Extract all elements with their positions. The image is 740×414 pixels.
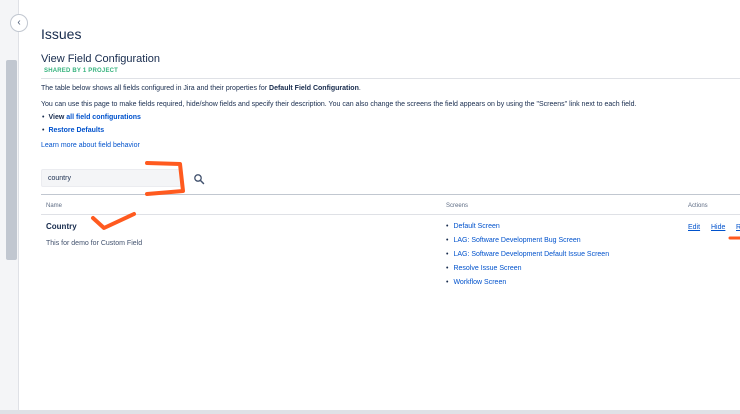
divider [41, 78, 740, 79]
view-all-field-configurations-link[interactable]: all field configurations [66, 114, 141, 121]
learn-more-link[interactable]: Learn more about field behavior [41, 142, 140, 149]
column-header-name: Name [46, 203, 63, 209]
screen-link[interactable]: LAG: Software Development Default Issue … [453, 251, 609, 258]
column-header-actions: Actions [688, 203, 708, 209]
restore-defaults-link[interactable]: Restore Defaults [48, 127, 104, 134]
project-title: Issues [41, 26, 82, 42]
screen-link[interactable]: LAG: Software Development Bug Screen [453, 237, 580, 244]
list-item: • LAG: Software Development Bug Screen [446, 237, 581, 244]
screen-link[interactable]: Default Screen [453, 223, 499, 230]
checkmark-annotation [91, 212, 136, 230]
edit-link[interactable]: Edit [688, 224, 700, 231]
horizontal-scrollbar[interactable] [0, 410, 740, 414]
chevron-left-icon[interactable]: ‹ [10, 14, 28, 32]
table-top-border [41, 194, 740, 195]
shared-by-badge[interactable]: SHARED BY 1 PROJECT [44, 68, 118, 74]
links-list: • View all field configurations • Restore … [42, 111, 141, 137]
description-line: You can use this page to make fields req… [41, 101, 637, 108]
description-line: The table below shows all fields configu… [41, 85, 361, 92]
screens-list: • Default Screen • LAG: Software Developme… [446, 220, 609, 290]
list-item: • Workflow Screen [446, 279, 507, 286]
table-header-border [41, 214, 740, 215]
field-name: Country [46, 222, 77, 231]
search-icon[interactable] [193, 173, 205, 185]
field-description: This for demo for Custom Field [46, 240, 143, 247]
list-item: • Restore Defaults [42, 127, 105, 134]
hide-link[interactable]: Hide [711, 224, 725, 231]
screen-link[interactable]: Resolve Issue Screen [453, 265, 521, 272]
screen-link[interactable]: Workflow Screen [453, 279, 506, 286]
sidebar-scrollbar[interactable] [6, 60, 17, 260]
truncated-action-link[interactable]: R [736, 224, 740, 231]
list-item: • LAG: Software Development Default Issue… [446, 251, 610, 258]
search-input[interactable] [41, 169, 181, 187]
list-item: • View all field configurations [42, 114, 141, 121]
sidebar [0, 0, 19, 414]
page-title: View Field Configuration [41, 53, 161, 65]
column-header-screens: Screens [446, 203, 469, 209]
list-item: • Resolve Issue Screen [446, 265, 522, 272]
list-item: • Default Screen [446, 223, 500, 230]
